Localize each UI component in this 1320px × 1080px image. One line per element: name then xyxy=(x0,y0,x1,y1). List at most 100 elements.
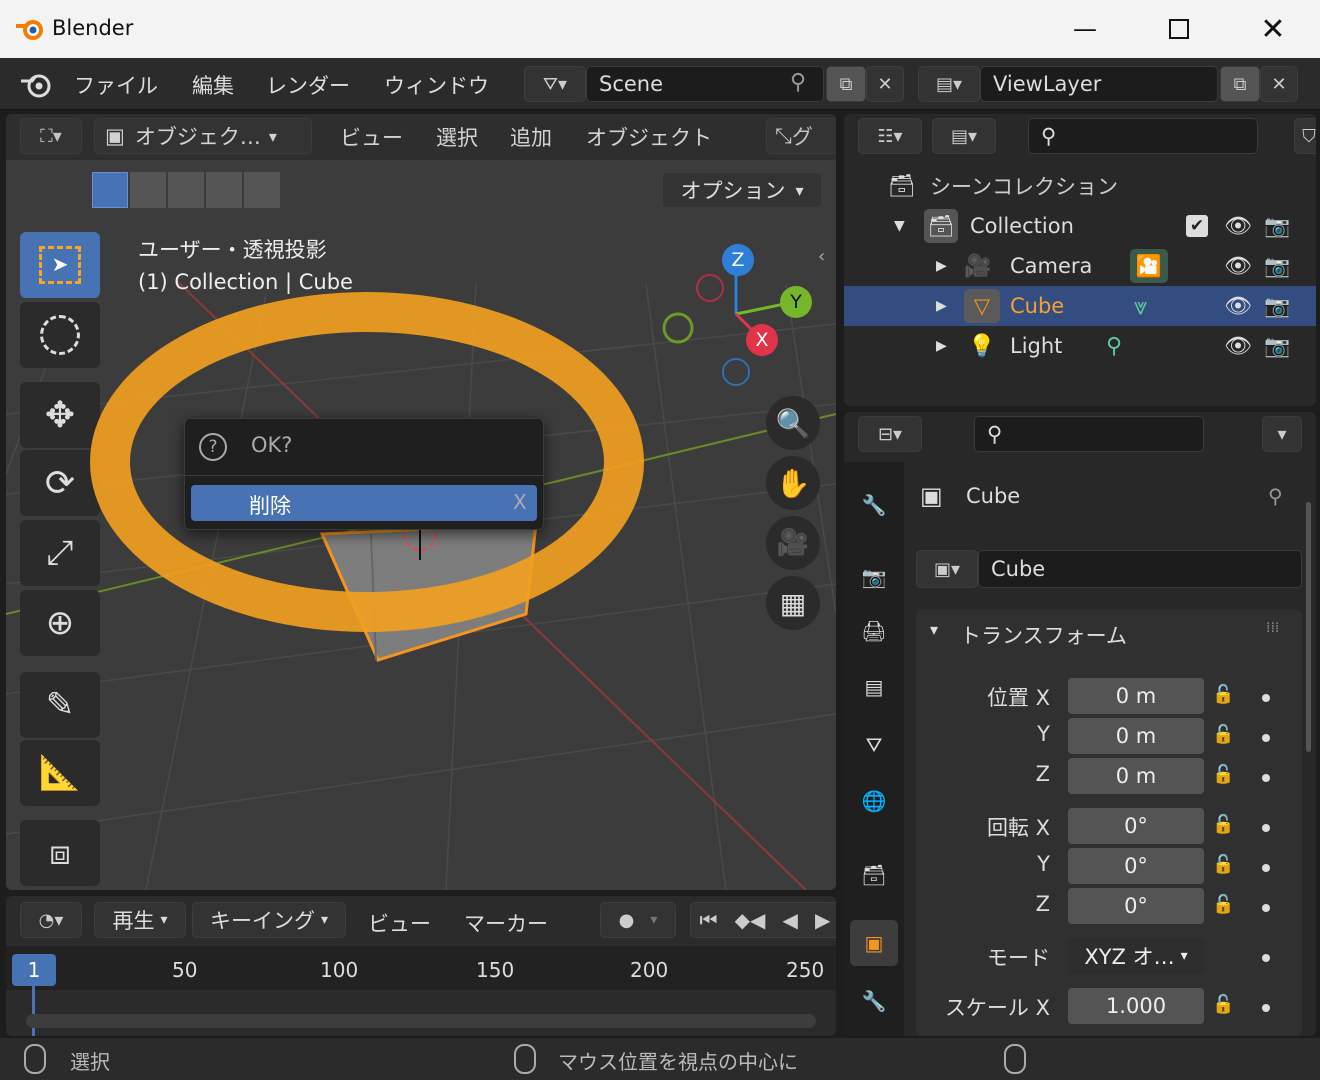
properties-search-input[interactable]: ⚲ xyxy=(974,416,1204,452)
scene-collection-row[interactable]: 🗃 シーンコレクション xyxy=(844,166,1316,206)
play-icon[interactable]: ▶ xyxy=(815,908,830,932)
tab-render[interactable]: 📷 xyxy=(850,554,898,600)
lock-icon[interactable]: 🔓 xyxy=(1212,894,1234,915)
transform-orientation-dropdown[interactable]: ⤡ グ xyxy=(766,118,836,154)
location-z-field[interactable]: 0 m xyxy=(1068,758,1204,794)
timeline-scrollbar[interactable] xyxy=(26,1014,816,1028)
delete-button[interactable]: 削除 X xyxy=(191,485,537,521)
select-box-tool[interactable]: ➤ xyxy=(20,232,100,298)
select-new-button[interactable] xyxy=(92,172,128,208)
pin-icon[interactable]: ⚲ xyxy=(1268,484,1283,508)
keyframe-dot[interactable] xyxy=(1262,904,1270,912)
transform-panel-title[interactable]: トランスフォーム xyxy=(960,620,1127,650)
add-cube-tool[interactable]: ⧈ xyxy=(20,820,100,886)
zoom-button[interactable]: 🔍 xyxy=(766,396,820,450)
rotation-y-field[interactable]: 0° xyxy=(1068,848,1204,884)
rotation-x-field[interactable]: 0° xyxy=(1068,808,1204,844)
select-intersect-button[interactable] xyxy=(244,172,280,208)
mode-dropdown[interactable]: ▣ オブジェク… ▾ xyxy=(94,118,312,154)
sidebar-toggle-icon[interactable]: ‹ xyxy=(818,246,825,267)
keyframe-dot[interactable] xyxy=(1262,774,1270,782)
cursor-tool[interactable] xyxy=(20,302,100,368)
render-camera-icon[interactable]: 📷 xyxy=(1264,214,1290,239)
playback-dropdown[interactable]: 再生 ▾ xyxy=(94,902,186,938)
menu-view[interactable]: ビュー xyxy=(340,122,403,152)
collection-row[interactable]: ▼ 🗃 Collection ✔ 👁 📷 xyxy=(844,206,1316,246)
expand-right-icon[interactable]: ▶ xyxy=(936,338,947,354)
keyframe-dot[interactable] xyxy=(1262,1004,1270,1012)
collapse-icon[interactable]: ▾ xyxy=(930,620,938,639)
select-invert-button[interactable] xyxy=(206,172,242,208)
pin-icon[interactable]: ⚲ xyxy=(790,70,806,95)
outliner-search-input[interactable]: ⚲ xyxy=(1028,118,1258,154)
tab-modifiers[interactable]: 🔧 xyxy=(850,978,898,1024)
eye-icon[interactable]: 👁 xyxy=(1224,254,1252,279)
transform-tool[interactable]: ⊕ xyxy=(20,590,100,656)
eye-icon[interactable]: 👁 xyxy=(1224,334,1252,359)
menu-edit[interactable]: 編集 xyxy=(192,70,234,100)
scale-x-field[interactable]: 1.000 xyxy=(1068,988,1204,1024)
drag-handle-icon[interactable]: ⁞⁞⁞ xyxy=(1266,620,1279,636)
new-viewlayer-button[interactable]: ⧉ xyxy=(1220,66,1260,102)
rotate-tool[interactable]: ⟳ xyxy=(20,450,100,516)
menu-window[interactable]: ウィンドウ xyxy=(384,70,489,100)
eye-icon[interactable]: 👁 xyxy=(1224,214,1252,239)
keyframe-dot[interactable] xyxy=(1262,864,1270,872)
annotate-tool[interactable]: ✎ xyxy=(20,672,100,738)
filter-button[interactable]: ⛉ xyxy=(1294,118,1316,154)
location-x-field[interactable]: 0 m xyxy=(1068,678,1204,714)
menu-render[interactable]: レンダー xyxy=(266,70,350,100)
select-extend-button[interactable] xyxy=(130,172,166,208)
lock-icon[interactable]: 🔓 xyxy=(1212,724,1234,745)
lock-icon[interactable]: 🔓 xyxy=(1212,684,1234,705)
keyframe-dot[interactable] xyxy=(1262,694,1270,702)
scene-browse-button[interactable]: ⛛▾ xyxy=(524,66,586,102)
close-button[interactable]: ✕ xyxy=(1226,0,1320,58)
menu-add[interactable]: 追加 xyxy=(510,122,552,152)
frame-ruler[interactable] xyxy=(6,946,836,990)
tab-tool[interactable]: 🔧 xyxy=(850,482,898,528)
location-y-field[interactable]: 0 m xyxy=(1068,718,1204,754)
properties-editor-type-button[interactable]: ⊟▾ xyxy=(858,416,922,452)
auto-keying-toggle[interactable]: ● ▾ xyxy=(600,902,676,938)
current-frame-indicator[interactable]: 1 xyxy=(12,954,56,986)
gizmo-y-axis[interactable]: Y xyxy=(780,286,812,318)
outliner-item-camera[interactable]: ▶ 🎥 Camera 🎦 👁 📷 xyxy=(844,246,1316,286)
select-subtract-button[interactable] xyxy=(168,172,204,208)
jump-start-icon[interactable]: ⏮ xyxy=(700,908,718,932)
rotation-z-field[interactable]: 0° xyxy=(1068,888,1204,924)
gizmo-z-axis[interactable]: Z xyxy=(722,244,754,276)
lock-icon[interactable]: 🔓 xyxy=(1212,764,1234,785)
viewlayer-name-field[interactable]: ViewLayer xyxy=(980,66,1218,102)
display-mode-button[interactable]: ▤▾ xyxy=(932,118,996,154)
render-camera-icon[interactable]: 📷 xyxy=(1264,294,1290,319)
expand-right-icon[interactable]: ▶ xyxy=(936,258,947,274)
keyframe-dot[interactable] xyxy=(1262,824,1270,832)
camera-view-button[interactable]: 🎥 xyxy=(766,516,820,570)
menu-file[interactable]: ファイル xyxy=(74,70,158,100)
keyframe-dot[interactable] xyxy=(1262,734,1270,742)
tab-collection[interactable]: 🗃 xyxy=(850,852,898,898)
camera-data-icon[interactable]: 🎦 xyxy=(1130,249,1168,283)
measure-tool[interactable]: 📐 xyxy=(20,740,100,806)
lock-icon[interactable]: 🔓 xyxy=(1212,854,1234,875)
move-tool[interactable]: ✥ xyxy=(20,382,100,448)
render-camera-icon[interactable]: 📷 xyxy=(1264,254,1290,279)
object-name-field[interactable]: Cube xyxy=(978,550,1302,588)
menu-object[interactable]: オブジェクト xyxy=(586,122,712,152)
tab-object[interactable]: ▣ xyxy=(850,920,898,966)
rotation-mode-dropdown[interactable]: XYZ オ… ▾ xyxy=(1068,938,1204,974)
eye-icon[interactable]: 👁 xyxy=(1224,294,1252,319)
render-camera-icon[interactable]: 📷 xyxy=(1264,334,1290,359)
expand-down-icon[interactable]: ▼ xyxy=(894,218,905,234)
lock-icon[interactable]: 🔓 xyxy=(1212,994,1234,1015)
playhead-line[interactable] xyxy=(32,986,35,1036)
light-data-icon[interactable]: ⚲ xyxy=(1106,334,1122,359)
keying-dropdown[interactable]: キーイング ▾ xyxy=(192,902,346,938)
pan-button[interactable]: ✋ xyxy=(766,456,820,510)
delete-scene-button[interactable]: ✕ xyxy=(866,66,904,102)
tab-view-layer[interactable]: ▤ xyxy=(850,664,898,710)
expand-right-icon[interactable]: ▶ xyxy=(936,298,947,314)
tab-world[interactable]: 🌐 xyxy=(850,778,898,824)
timeline-menu-marker[interactable]: マーカー xyxy=(464,908,548,938)
